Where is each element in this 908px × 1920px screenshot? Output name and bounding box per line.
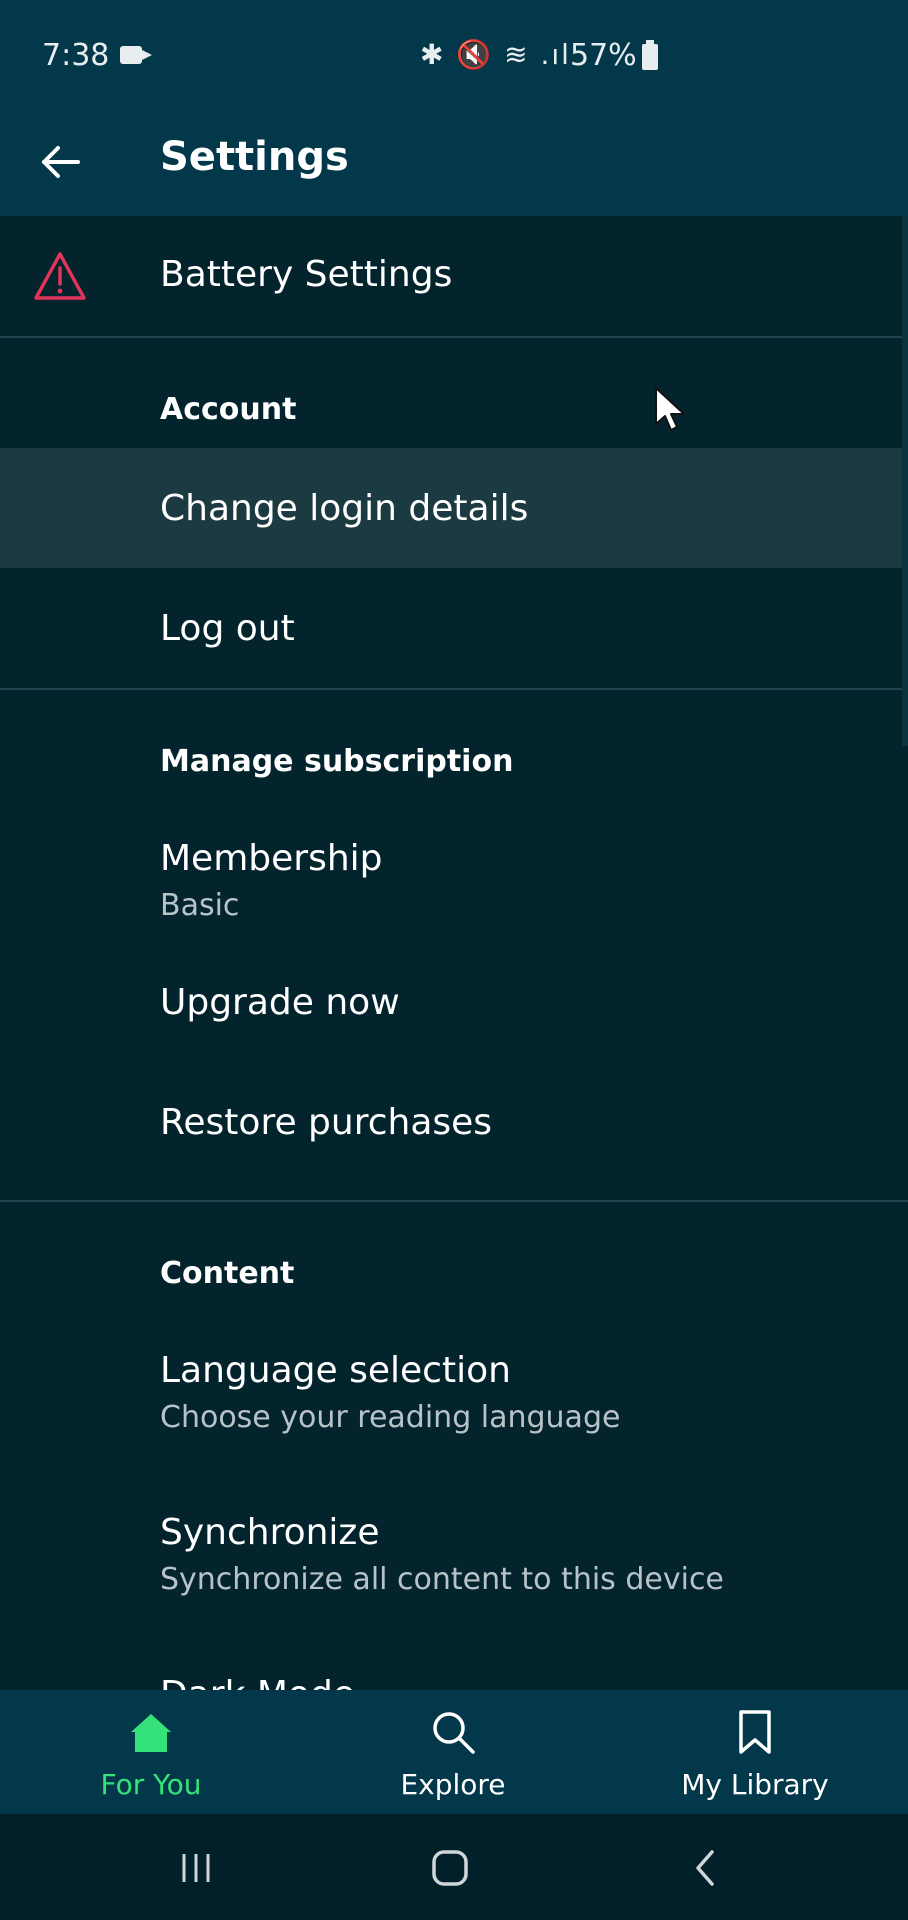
log-out-label: Log out [160, 608, 295, 649]
status-bar: 7:38 ✱ 🔇 ≋ .ıl 57% [0, 0, 908, 114]
upgrade-now-label: Upgrade now [160, 982, 400, 1023]
arrow-left-icon [42, 146, 80, 178]
mouse-cursor-icon [655, 387, 685, 431]
upgrade-now-row[interactable]: Upgrade now [0, 942, 908, 1062]
nav-explore[interactable]: Explore [302, 1690, 604, 1814]
warning-icon [34, 252, 86, 300]
nav-label-explore: Explore [400, 1768, 506, 1801]
nav-label-my-library: My Library [681, 1768, 829, 1801]
system-back-icon[interactable] [686, 1848, 726, 1888]
membership-row[interactable]: Membership Basic [0, 798, 908, 942]
battery-settings-label: Battery Settings [160, 254, 453, 295]
page-title: Settings [160, 134, 349, 180]
change-login-details-label: Change login details [160, 488, 529, 529]
synchronize-label: Synchronize [160, 1512, 380, 1553]
back-button[interactable] [30, 130, 94, 194]
nav-label-for-you: For You [100, 1768, 202, 1801]
scrollbar[interactable] [902, 216, 908, 746]
recent-apps-icon[interactable] [176, 1848, 216, 1888]
section-header-account: Account [160, 392, 297, 427]
synchronize-subtitle: Synchronize all content to this device [160, 1562, 724, 1597]
language-selection-label: Language selection [160, 1350, 511, 1391]
section-header-subscription: Manage subscription [160, 744, 514, 779]
home-button-icon[interactable] [430, 1848, 470, 1888]
change-login-details-row[interactable]: Change login details [0, 448, 908, 568]
membership-label: Membership [160, 838, 383, 879]
video-camera-icon [120, 46, 152, 64]
dark-mode-label: Dark Mode [160, 1674, 355, 1690]
section-header-content: Content [160, 1256, 295, 1291]
battery-percentage: 57% [570, 38, 637, 73]
status-icons: ✱ 🔇 ≋ .ıl [420, 38, 571, 71]
membership-value: Basic [160, 888, 240, 923]
app-bar: Settings [0, 114, 908, 216]
status-time: 7:38 [42, 38, 110, 73]
divider [0, 1200, 908, 1202]
restore-purchases-row[interactable]: Restore purchases [0, 1062, 908, 1198]
nav-for-you[interactable]: For You [0, 1690, 302, 1814]
search-icon [433, 1712, 475, 1754]
log-out-row[interactable]: Log out [0, 568, 908, 686]
battery-settings-row[interactable]: Battery Settings [0, 216, 908, 336]
synchronize-row[interactable]: Synchronize Synchronize all content to t… [0, 1472, 908, 1634]
divider [0, 336, 908, 338]
restore-purchases-label: Restore purchases [160, 1102, 493, 1143]
bottom-navigation: For You Explore My Library [0, 1690, 908, 1814]
battery-icon [642, 40, 658, 70]
bookmark-icon [739, 1710, 771, 1754]
settings-list[interactable]: Battery Settings Account Change login de… [0, 216, 908, 1690]
divider [0, 688, 908, 690]
dark-mode-row[interactable]: Dark Mode [0, 1634, 908, 1690]
nav-my-library[interactable]: My Library [604, 1690, 906, 1814]
home-icon [131, 1714, 171, 1752]
language-selection-row[interactable]: Language selection Choose your reading l… [0, 1310, 908, 1472]
language-selection-subtitle: Choose your reading language [160, 1400, 621, 1435]
system-navigation-bar [0, 1814, 908, 1920]
